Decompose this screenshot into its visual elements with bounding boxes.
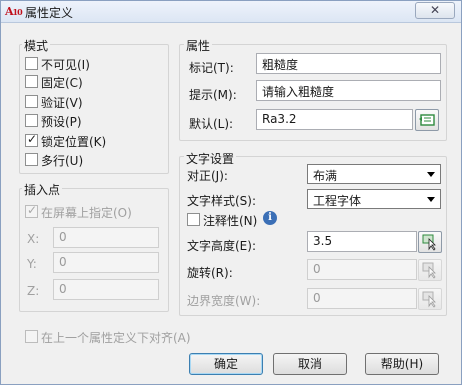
verify-checkbox[interactable] xyxy=(25,95,38,108)
default-input[interactable]: Ra3.2 xyxy=(256,109,413,130)
help-button[interactable]: 帮助(H) xyxy=(365,353,439,375)
insert-field-button[interactable] xyxy=(415,109,439,131)
rotation-input[interactable]: 0 xyxy=(307,259,417,280)
invisible-label[interactable]: 不可见(I) xyxy=(41,56,90,73)
align-below-label[interactable]: 在上一个属性定义下对齐(A) xyxy=(41,329,191,346)
multiline-checkbox[interactable] xyxy=(25,153,38,166)
pick-point-icon xyxy=(422,291,436,308)
title-bar[interactable]: A10 属性定义 ✕ xyxy=(1,1,461,23)
constant-label[interactable]: 固定(C) xyxy=(41,74,83,91)
ok-button[interactable]: 确定 xyxy=(189,353,263,375)
window-title: 属性定义 xyxy=(25,6,74,20)
specify-on-screen-label[interactable]: 在屏幕上指定(O) xyxy=(41,204,132,221)
justify-label: 对正(J): xyxy=(187,169,228,183)
text-height-label: 文字高度(E): xyxy=(187,239,256,253)
tag-input[interactable]: 粗糙度 xyxy=(256,53,441,74)
annotative-checkbox[interactable] xyxy=(187,213,200,226)
pick-rotation-button[interactable] xyxy=(418,259,442,281)
prompt-label: 提示(M): xyxy=(189,88,237,102)
pick-point-icon xyxy=(422,262,436,279)
pick-point-icon xyxy=(422,234,436,251)
text-style-label: 文字样式(S): xyxy=(187,194,257,208)
invisible-checkbox[interactable] xyxy=(25,57,38,70)
specify-on-screen-checkbox[interactable] xyxy=(25,203,38,218)
tag-label: 标记(T): xyxy=(189,61,234,75)
rotation-label: 旋转(R): xyxy=(187,266,233,280)
pick-boundary-width-button[interactable] xyxy=(418,288,442,310)
multiline-label[interactable]: 多行(U) xyxy=(41,152,83,169)
prompt-input[interactable]: 请输入粗糙度 xyxy=(256,80,441,101)
text-style-select[interactable]: 工程字体 xyxy=(307,189,441,209)
lock-position-label[interactable]: 锁定位置(K) xyxy=(41,133,106,150)
justify-value: 布满 xyxy=(313,169,338,183)
insertion-point-legend: 插入点 xyxy=(22,181,63,198)
preset-label[interactable]: 预设(P) xyxy=(41,113,82,130)
pick-height-button[interactable] xyxy=(418,231,442,253)
autocad-app-icon: A10 xyxy=(5,5,23,18)
text-height-input[interactable]: 3.5 xyxy=(307,231,417,252)
constant-checkbox[interactable] xyxy=(25,75,38,88)
y-label: Y: xyxy=(27,257,37,271)
cancel-button[interactable]: 取消 xyxy=(273,353,347,375)
mode-legend: 模式 xyxy=(22,37,51,54)
x-label: X: xyxy=(27,232,40,246)
attribute-legend: 属性 xyxy=(184,37,213,54)
default-label: 默认(L): xyxy=(189,117,234,131)
boundary-width-label: 边界宽度(W): xyxy=(187,294,261,308)
text-settings-legend: 文字设置 xyxy=(184,150,237,167)
verify-label[interactable]: 验证(V) xyxy=(41,94,83,111)
boundary-width-input[interactable]: 0 xyxy=(307,288,417,309)
z-label: Z: xyxy=(27,284,40,298)
preset-checkbox[interactable] xyxy=(25,114,38,127)
insert-field-icon xyxy=(419,114,435,126)
info-icon[interactable]: i xyxy=(263,211,277,225)
align-below-checkbox[interactable] xyxy=(25,330,38,343)
text-style-value: 工程字体 xyxy=(313,194,362,208)
attribute-definition-dialog: A10 属性定义 ✕ 模式 不可见(I) 固定(C) 验证(V) 预设(P) 锁… xyxy=(0,0,462,385)
justify-select[interactable]: 布满 xyxy=(307,164,441,184)
close-button[interactable]: ✕ xyxy=(415,2,455,19)
annotative-label[interactable]: 注释性(N) xyxy=(203,212,257,229)
y-input[interactable]: 0 xyxy=(53,252,159,273)
chevron-down-icon xyxy=(427,197,435,202)
chevron-down-icon xyxy=(427,172,435,177)
lock-position-checkbox[interactable] xyxy=(25,132,38,147)
z-input[interactable]: 0 xyxy=(53,279,159,300)
x-input[interactable]: 0 xyxy=(53,227,159,248)
